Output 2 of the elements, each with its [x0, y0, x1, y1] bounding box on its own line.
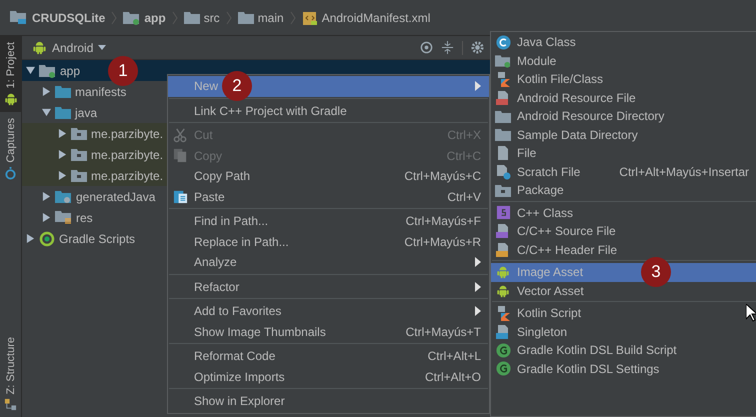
step-number-badge: 3 — [641, 257, 671, 288]
step-number-badge: 1 — [108, 56, 138, 86]
